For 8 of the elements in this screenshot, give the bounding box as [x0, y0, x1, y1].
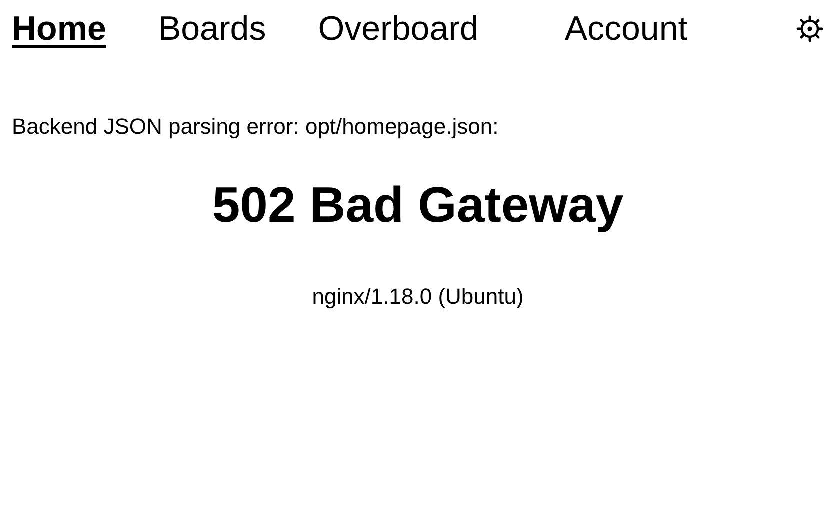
nav-link[interactable]: Home	[12, 10, 106, 48]
settings-icon[interactable]	[796, 15, 824, 43]
nav-link[interactable]: Overboard	[318, 10, 479, 48]
error-heading: 502 Bad Gateway	[211, 176, 625, 234]
nav-link[interactable]: Account	[564, 10, 688, 48]
server-info: nginx/1.18.0 (Ubuntu)	[311, 284, 525, 310]
error-message: Backend JSON parsing error: opt/homepage.json:	[12, 114, 500, 140]
nav-link[interactable]: Boards	[158, 10, 266, 48]
